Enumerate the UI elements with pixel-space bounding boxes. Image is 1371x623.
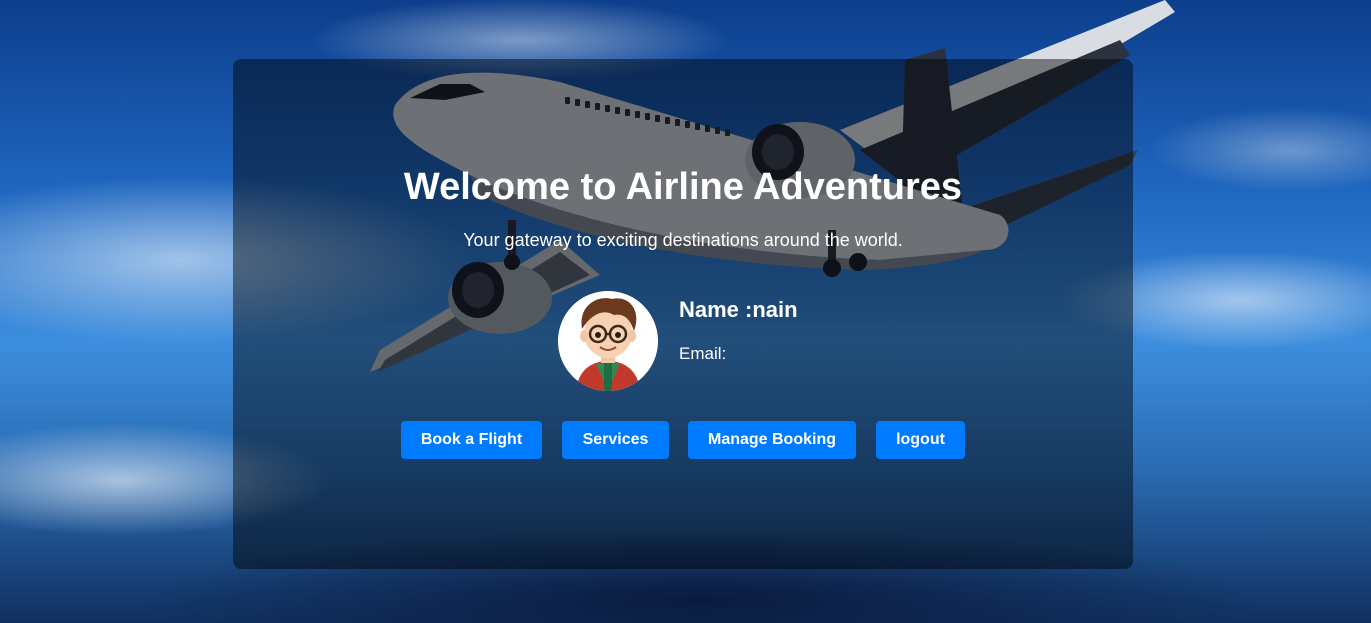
user-email-label: Email: xyxy=(679,344,727,363)
book-flight-button[interactable]: Book a Flight xyxy=(401,421,542,459)
services-button[interactable]: Services xyxy=(562,421,669,459)
page-subtitle: Your gateway to exciting destinations ar… xyxy=(463,230,903,250)
avatar xyxy=(558,291,658,391)
user-name: Name :nain xyxy=(679,297,798,322)
page-title: Welcome to Airline Adventures xyxy=(403,166,963,208)
cartoon-boy-avatar-icon xyxy=(558,291,658,391)
manage-booking-button[interactable]: Manage Booking xyxy=(688,421,856,459)
logout-button[interactable]: logout xyxy=(876,421,965,459)
